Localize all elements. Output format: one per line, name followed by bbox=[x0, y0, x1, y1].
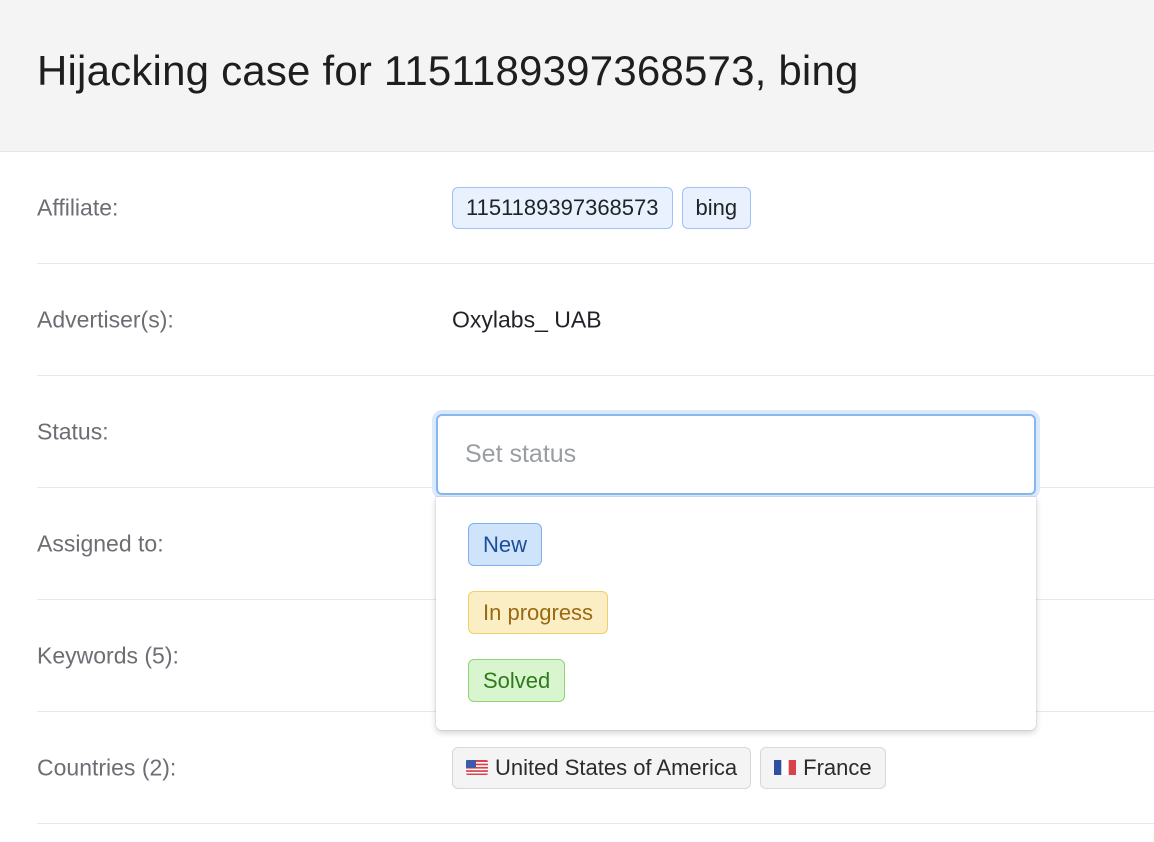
row-advertiser: Advertiser(s): Oxylabs_ UAB bbox=[37, 264, 1154, 376]
status-option-solved[interactable]: Solved bbox=[468, 659, 1036, 727]
status-select-input[interactable]: Set status bbox=[436, 414, 1036, 495]
affiliate-label: Affiliate: bbox=[37, 194, 119, 220]
status-placeholder: Set status bbox=[465, 440, 577, 468]
status-option-new[interactable]: New bbox=[468, 523, 1036, 591]
advertiser-label: Advertiser(s): bbox=[37, 306, 174, 332]
country-name: United States of America bbox=[495, 754, 738, 780]
status-label: Status: bbox=[37, 418, 109, 444]
status-pill-new[interactable]: New bbox=[468, 523, 543, 566]
affiliate-id-tag[interactable]: 1151189397368573 bbox=[452, 186, 673, 229]
country-tag-usa[interactable]: United States of America bbox=[452, 746, 752, 789]
countries-tags: United States of America France bbox=[452, 746, 886, 789]
page-header: Hijacking case for 1151189397368573, bin… bbox=[0, 0, 1154, 152]
status-pill-solved[interactable]: Solved bbox=[468, 659, 566, 702]
us-flag-icon bbox=[466, 760, 488, 775]
row-affiliate: Affiliate: 1151189397368573 bing bbox=[37, 152, 1154, 264]
status-pill-in-progress[interactable]: In progress bbox=[468, 591, 609, 634]
page-title: Hijacking case for 1151189397368573, bin… bbox=[37, 46, 859, 94]
status-dropdown-menu: New In progress Solved bbox=[436, 497, 1036, 730]
status-option-in-progress[interactable]: In progress bbox=[468, 591, 1036, 659]
fr-flag-icon bbox=[774, 760, 797, 775]
countries-label: Countries (2): bbox=[37, 754, 177, 780]
keywords-label: Keywords (5): bbox=[37, 642, 179, 668]
country-tag-france[interactable]: France bbox=[760, 746, 886, 789]
assigned-label: Assigned to: bbox=[37, 530, 164, 556]
advertiser-value: Oxylabs_ UAB bbox=[452, 306, 602, 332]
affiliate-source-tag[interactable]: bing bbox=[681, 186, 752, 229]
country-name: France bbox=[803, 754, 872, 780]
affiliate-tags: 1151189397368573 bing bbox=[452, 186, 752, 229]
